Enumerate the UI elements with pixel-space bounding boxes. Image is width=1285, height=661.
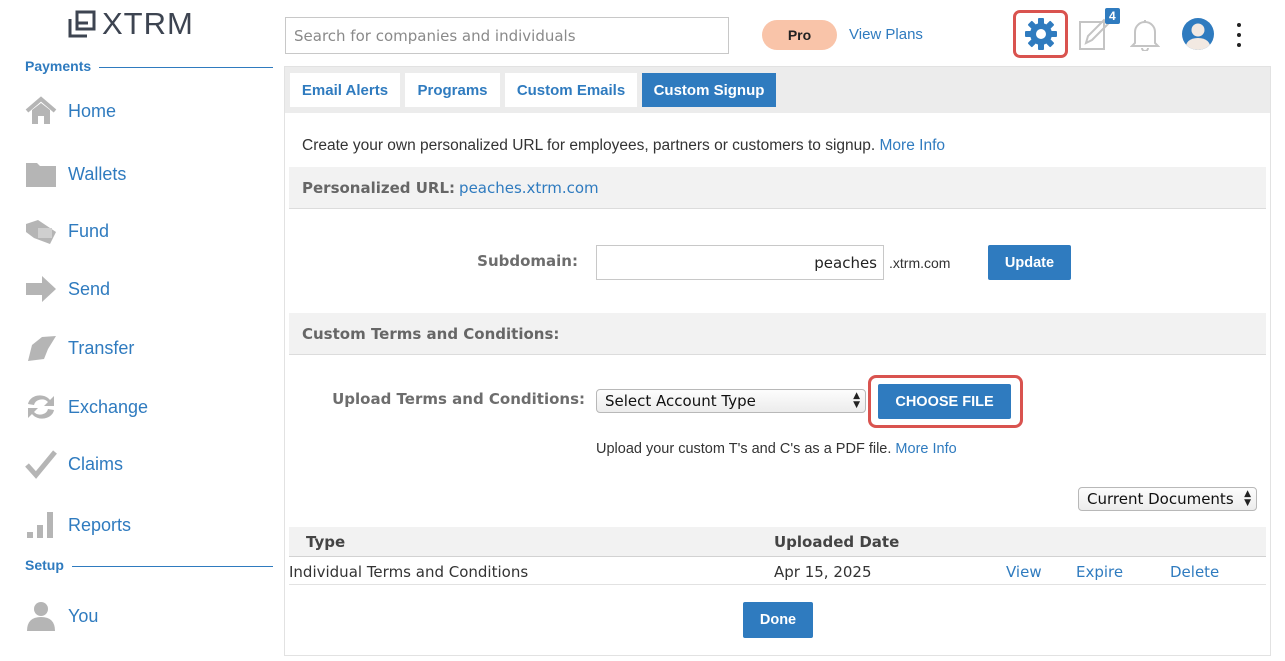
main-panel: Email Alerts Programs Custom Emails Cust…	[284, 66, 1271, 656]
sidebar-item-home[interactable]: Home	[24, 94, 116, 128]
table-row: Individual Terms and Conditions Apr 15, …	[289, 557, 1266, 585]
sidebar-item-send[interactable]: Send	[24, 272, 110, 306]
more-options-button[interactable]	[1231, 23, 1247, 47]
upload-helper-text: Upload your custom T's and C's as a PDF …	[596, 441, 957, 457]
sidebar-item-label: You	[68, 605, 99, 626]
search-input[interactable]	[285, 17, 729, 54]
subdomain-label: Subdomain:	[477, 252, 578, 270]
sidebar-item-label: Reports	[68, 514, 132, 535]
upload-terms-label: Upload Terms and Conditions:	[332, 390, 585, 408]
sidebar-item-label: Transfer	[68, 337, 135, 358]
sidebar-item-label: Wallets	[68, 163, 127, 184]
personalized-url-label: Personalized URL:	[302, 178, 456, 197]
tab-email-alerts[interactable]: Email Alerts	[290, 73, 400, 107]
column-header-uploaded-date: Uploaded Date	[774, 533, 900, 551]
user-icon	[24, 599, 58, 633]
sidebar-item-fund[interactable]: Fund	[24, 214, 109, 248]
settings-button[interactable]	[1013, 10, 1068, 58]
domain-suffix: .xtrm.com	[889, 255, 951, 271]
sidebar-item-label: Claims	[68, 453, 124, 474]
personalized-url-bar: Personalized URL: peaches.xtrm.com	[289, 167, 1266, 209]
brand-name: XTRM	[102, 6, 194, 41]
sidebar-section-payments: Payments	[25, 58, 273, 74]
subdomain-input[interactable]	[596, 245, 884, 280]
kebab-dot	[1237, 33, 1241, 37]
home-icon	[24, 94, 58, 128]
sidebar-item-transfer[interactable]: Transfer	[24, 331, 134, 365]
kebab-dot	[1237, 43, 1241, 47]
intro-description: Create your own personalized URL for emp…	[302, 137, 876, 154]
sidebar-item-reports[interactable]: Reports	[24, 508, 131, 542]
app-root: XTRM Payments Home Wallets Fund Send Tra…	[0, 0, 1285, 661]
tab-custom-signup[interactable]: Custom Signup	[642, 73, 776, 107]
sidebar-item-claims[interactable]: Claims	[24, 447, 123, 481]
column-header-type: Type	[306, 533, 346, 551]
personalized-url-link[interactable]: peaches.xtrm.com	[459, 179, 599, 197]
select-arrows-icon: ▲ ▼	[853, 391, 860, 410]
xtrm-logo-icon	[68, 10, 96, 38]
fund-icon	[24, 214, 58, 248]
tab-custom-emails[interactable]: Custom Emails	[505, 73, 637, 107]
sidebar-item-wallets[interactable]: Wallets	[24, 157, 126, 191]
bar-chart-icon	[24, 508, 58, 542]
sidebar-item-you[interactable]: You	[24, 599, 98, 633]
sidebar-item-label: Send	[68, 278, 111, 299]
sidebar-item-exchange[interactable]: Exchange	[24, 390, 148, 424]
sidebar-item-label: Home	[68, 100, 117, 121]
done-button[interactable]: Done	[743, 602, 813, 638]
notifications-button[interactable]	[1129, 16, 1161, 52]
documents-filter-select[interactable]: Current Documents ▲ ▼	[1078, 487, 1257, 511]
tab-programs[interactable]: Programs	[405, 73, 500, 107]
section-title: Payments	[25, 58, 92, 74]
view-plans-link[interactable]: View Plans	[849, 26, 923, 43]
bell-icon	[1130, 20, 1160, 51]
custom-terms-title: Custom Terms and Conditions:	[302, 324, 560, 343]
expire-link[interactable]: Expire	[1076, 563, 1123, 581]
delete-link[interactable]: Delete	[1170, 563, 1219, 581]
sidebar-item-label: Exchange	[68, 396, 149, 417]
account-type-select[interactable]: Select Account Type ▲ ▼	[596, 389, 866, 413]
notification-count-badge: 4	[1105, 8, 1120, 24]
avatar[interactable]	[1180, 16, 1216, 52]
upload-helper-description: Upload your custom T's and C's as a PDF …	[596, 441, 892, 457]
user-avatar-icon	[1182, 18, 1214, 50]
exchange-icon	[24, 390, 58, 424]
choose-file-button[interactable]: CHOOSE FILE	[878, 384, 1011, 419]
transfer-icon	[24, 331, 58, 365]
arrow-right-icon	[24, 272, 58, 306]
select-arrows-icon: ▲ ▼	[1244, 489, 1251, 508]
folder-icon	[24, 157, 58, 191]
tab-bar: Email Alerts Programs Custom Emails Cust…	[285, 67, 1270, 113]
documents-table-header: Type Uploaded Date	[289, 527, 1266, 557]
view-link[interactable]: View	[1006, 563, 1042, 581]
plan-badge[interactable]: Pro	[762, 20, 837, 50]
intro-text: Create your own personalized URL for emp…	[302, 137, 945, 155]
account-type-select-value: Select Account Type	[605, 392, 756, 410]
section-title: Setup	[25, 557, 64, 573]
kebab-dot	[1237, 23, 1241, 27]
custom-terms-bar: Custom Terms and Conditions:	[289, 313, 1266, 355]
uploaded-date-cell: Apr 15, 2025	[774, 563, 872, 581]
divider	[99, 66, 273, 68]
sidebar-item-label: Fund	[68, 220, 110, 241]
sidebar-section-setup: Setup	[25, 557, 273, 573]
update-button[interactable]: Update	[988, 245, 1071, 280]
checkmark-icon	[24, 447, 58, 481]
brand-logo[interactable]: XTRM	[68, 6, 194, 42]
upload-more-info-link[interactable]: More Info	[895, 441, 956, 457]
more-info-link[interactable]: More Info	[880, 137, 945, 154]
gear-icon	[1024, 18, 1057, 50]
document-type-cell: Individual Terms and Conditions	[289, 563, 529, 581]
documents-filter-value: Current Documents	[1087, 490, 1234, 508]
divider	[71, 565, 273, 567]
